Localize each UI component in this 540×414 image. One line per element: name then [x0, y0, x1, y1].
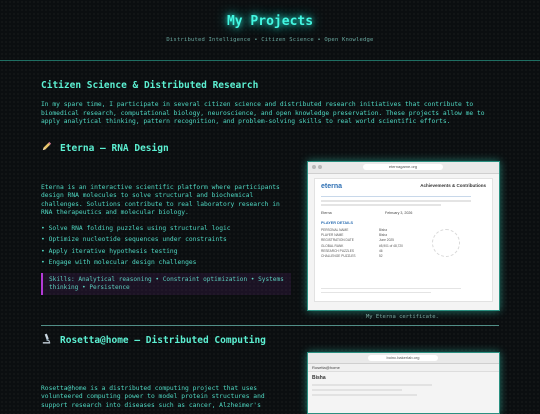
eterna-bullet-list: Solve RNA folding puzzles using structur…: [41, 223, 291, 269]
text-line: [321, 204, 441, 206]
eterna-description: Eterna is an interactive scientific plat…: [41, 184, 280, 217]
rosetta-body: Rosetta@home is a distributed computing …: [41, 385, 291, 410]
site-nav: Rosetta@home: [308, 364, 499, 372]
text-line: [312, 394, 417, 396]
list-item: Optimize nucleotide sequences under cons…: [41, 234, 291, 246]
main-content: Citizen Science & Distributed Research I…: [41, 80, 501, 127]
list-item: Apply iterative hypothesis testing: [41, 246, 291, 258]
text-line: [321, 291, 431, 293]
page-tagline: Distributed Intelligence • Citizen Scien…: [166, 37, 374, 43]
eterna-heading: Eterna — RNA Design: [41, 141, 169, 155]
certificate-heading: Achievements & Contributions: [420, 183, 486, 188]
eterna-body: Eterna is an interactive scientific plat…: [41, 184, 291, 295]
list-item: Solve RNA folding puzzles using structur…: [41, 223, 291, 235]
section-title: Citizen Science & Distributed Research: [41, 80, 259, 91]
certificate-name: Eterna: [321, 211, 332, 215]
page-header: My Projects Distributed Intelligence • C…: [0, 0, 540, 61]
text-line: [312, 384, 432, 386]
pencil-icon: [41, 141, 53, 155]
rosetta-description: Rosetta@home is a distributed computing …: [41, 385, 265, 409]
list-item: Engage with molecular design challenges: [41, 257, 291, 269]
eterna-skills: Skills: Analytical reasoning • Constrain…: [41, 272, 291, 295]
text-line: [312, 389, 402, 391]
window-dot: [318, 165, 322, 169]
address-bar: eternagame.org: [363, 164, 443, 170]
rosetta-title: Rosetta@home — Distributed Computing: [60, 334, 266, 346]
eterna-title: Eterna — RNA Design: [60, 142, 169, 154]
details-title: PLAYER DETAILS: [321, 221, 354, 225]
section-intro: In my spare time, I participate in sever…: [41, 101, 485, 126]
seal-watermark: [432, 229, 460, 257]
certificate-date: February 3, 2026: [385, 211, 413, 215]
certificate-page: eterna Achievements & Contributions Eter…: [314, 178, 493, 302]
text-line: [321, 287, 461, 289]
microscope-icon: [41, 333, 53, 347]
eterna-certificate-image[interactable]: eternagame.org eterna Achievements & Con…: [307, 161, 500, 311]
window-dot: [312, 165, 316, 169]
section-divider: [41, 325, 499, 326]
page-title: My Projects: [226, 14, 314, 29]
rosetta-heading: Rosetta@home — Distributed Computing: [41, 333, 266, 347]
table-row: CHALLENGE PUZZLES 52: [321, 254, 383, 259]
text-line: [321, 200, 471, 202]
eterna-logo: eterna: [321, 183, 343, 190]
eterna-caption: My Eterna certificate.: [366, 314, 439, 320]
divider: [321, 196, 471, 197]
browser-toolbar: boinc.bakerlab.org: [308, 353, 499, 364]
account-name: Bisha: [312, 375, 326, 381]
address-bar: boinc.bakerlab.org: [368, 355, 438, 361]
browser-toolbar: eternagame.org: [308, 162, 499, 174]
details-table: PERSONAL NAME Bisha PLAYER NAME Bisha REGI…: [321, 228, 441, 259]
